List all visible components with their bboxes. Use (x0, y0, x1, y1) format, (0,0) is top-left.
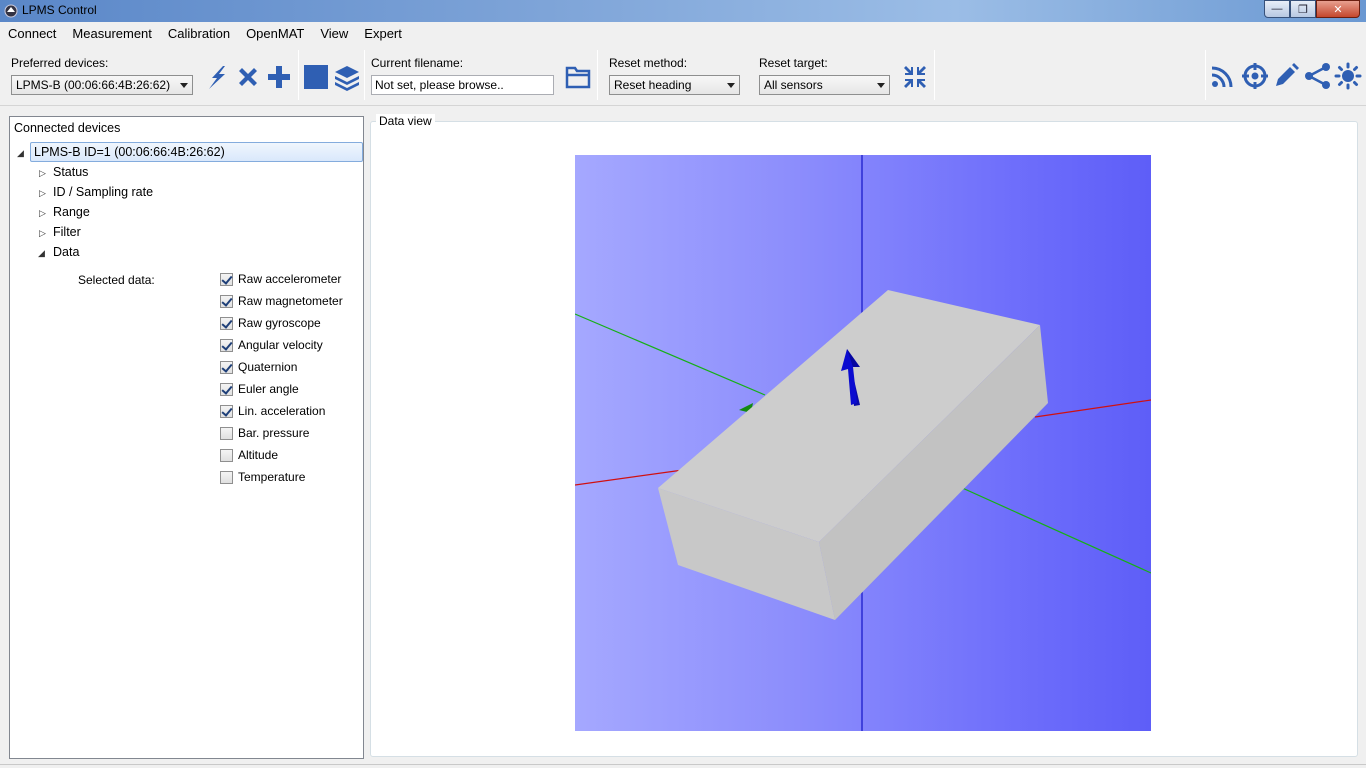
checkbox-icon[interactable] (220, 470, 233, 484)
reset-method-select[interactable]: Reset heading (609, 75, 740, 95)
checkbox-raw-magnetometer[interactable]: Raw magnetometer (220, 293, 343, 309)
collapse-arrow-icon[interactable]: ▷ (39, 168, 46, 179)
menu-bar: Connect Measurement Calibration OpenMAT … (0, 22, 1366, 44)
tree-item-range[interactable]: Range (53, 205, 90, 219)
3d-scene (575, 155, 1151, 731)
tree-device-node[interactable]: LPMS-B ID=1 (00:06:66:4B:26:62) (30, 142, 363, 162)
toolbar-separator (298, 50, 299, 100)
checkbox-lin-acceleration[interactable]: Lin. acceleration (220, 403, 325, 419)
app-icon (4, 4, 18, 18)
checkbox-icon[interactable] (220, 272, 233, 286)
checkbox-quaternion[interactable]: Quaternion (220, 359, 297, 375)
add-sensor-icon[interactable] (265, 63, 293, 91)
checkbox-icon[interactable] (220, 382, 233, 396)
toolbar-separator (934, 50, 935, 100)
connected-devices-panel: Connected devices ◢ LPMS-B ID=1 (00:06:6… (9, 116, 364, 759)
checkbox-icon[interactable] (220, 426, 233, 440)
maximize-button[interactable]: ❐ (1290, 0, 1316, 18)
checkbox-label: Lin. acceleration (238, 404, 326, 418)
toolbar-separator (597, 50, 598, 100)
chevron-down-icon (877, 83, 885, 88)
target-icon[interactable] (1241, 62, 1269, 90)
checkbox-icon[interactable] (220, 316, 233, 330)
toolbar-separator (364, 50, 365, 100)
chevron-down-icon (180, 83, 188, 88)
title-bar: LPMS Control — ❐ ✕ (0, 0, 1366, 22)
stop-icon[interactable] (302, 63, 330, 91)
toolbar: Preferred devices: LPMS-B (00:06:66:4B:2… (0, 44, 1366, 106)
tree-item-id-sampling-rate[interactable]: ID / Sampling rate (53, 185, 153, 199)
checkbox-euler-angle[interactable]: Euler angle (220, 381, 299, 397)
reset-target-label: Reset target: (759, 56, 828, 70)
checkbox-label: Raw gyroscope (238, 316, 321, 330)
toolbar-separator (1205, 50, 1206, 100)
expand-arrow-icon[interactable]: ◢ (17, 148, 24, 159)
checkbox-icon[interactable] (220, 338, 233, 352)
checkbox-label: Quaternion (238, 360, 298, 374)
preferred-devices-label: Preferred devices: (11, 56, 109, 70)
connect-icon[interactable] (203, 63, 231, 91)
reset-method-value: Reset heading (614, 78, 692, 92)
current-filename-label: Current filename: (371, 56, 464, 70)
preferred-devices-select[interactable]: LPMS-B (00:06:66:4B:26:62) (11, 75, 193, 95)
checkbox-raw-accelerometer[interactable]: Raw accelerometer (220, 271, 341, 287)
reset-method-label: Reset method: (609, 56, 688, 70)
reset-target-select[interactable]: All sensors (759, 75, 890, 95)
browse-folder-icon[interactable] (564, 63, 592, 91)
collapse-arrow-icon[interactable]: ▷ (39, 228, 46, 239)
data-view-title: Data view (376, 114, 435, 128)
3d-orientation-view[interactable] (575, 155, 1151, 731)
checkbox-altitude[interactable]: Altitude (220, 447, 278, 463)
chevron-down-icon (727, 83, 735, 88)
menu-expert[interactable]: Expert (364, 26, 402, 41)
checkbox-raw-gyroscope[interactable]: Raw gyroscope (220, 315, 321, 331)
window-controls: — ❐ ✕ (1264, 0, 1360, 18)
status-bar (0, 764, 1366, 768)
checkbox-label: Raw magnetometer (238, 294, 343, 308)
expand-arrow-icon[interactable]: ◢ (38, 248, 45, 259)
collapse-arrow-icon[interactable]: ▷ (39, 188, 46, 199)
checkbox-label: Temperature (238, 470, 306, 484)
minimize-button[interactable]: — (1264, 0, 1290, 18)
checkbox-temperature[interactable]: Temperature (220, 469, 305, 485)
menu-measurement[interactable]: Measurement (72, 26, 151, 41)
wireless-icon[interactable] (1209, 62, 1237, 90)
pen-icon[interactable] (1272, 62, 1300, 90)
tree-item-data[interactable]: Data (53, 245, 79, 259)
checkbox-bar-pressure[interactable]: Bar. pressure (220, 425, 309, 441)
reset-icon[interactable] (901, 63, 929, 91)
checkbox-label: Raw accelerometer (238, 272, 342, 286)
x-axis-line (1034, 399, 1151, 418)
checkbox-label: Euler angle (238, 382, 299, 396)
checkbox-icon[interactable] (220, 404, 233, 418)
tree-item-filter[interactable]: Filter (53, 225, 81, 239)
preferred-devices-value: LPMS-B (00:06:66:4B:26:62) (16, 78, 171, 92)
menu-connect[interactable]: Connect (8, 26, 56, 41)
close-button[interactable]: ✕ (1316, 0, 1360, 18)
tree-item-status[interactable]: Status (53, 165, 88, 179)
disconnect-icon[interactable] (234, 63, 262, 91)
menu-openmat[interactable]: OpenMAT (246, 26, 304, 41)
checkbox-label: Altitude (238, 448, 279, 462)
window-title: LPMS Control (22, 3, 97, 17)
checkbox-icon[interactable] (220, 360, 233, 374)
checkbox-label: Bar. pressure (238, 426, 310, 440)
checkbox-angular-velocity[interactable]: Angular velocity (220, 337, 323, 353)
collapse-arrow-icon[interactable]: ▷ (39, 208, 46, 219)
y-axis-line (575, 313, 766, 396)
reset-target-value: All sensors (764, 78, 823, 92)
checkbox-icon[interactable] (220, 448, 233, 462)
layers-icon[interactable] (333, 63, 361, 91)
menu-calibration[interactable]: Calibration (168, 26, 230, 41)
selected-data-label: Selected data: (78, 273, 155, 287)
menu-view[interactable]: View (320, 26, 348, 41)
connected-devices-header: Connected devices (14, 121, 121, 135)
brightness-icon[interactable] (1334, 62, 1362, 90)
checkbox-label: Angular velocity (238, 338, 323, 352)
current-filename-field[interactable]: Not set, please browse.. (371, 75, 554, 95)
share-icon[interactable] (1304, 62, 1332, 90)
checkbox-icon[interactable] (220, 294, 233, 308)
